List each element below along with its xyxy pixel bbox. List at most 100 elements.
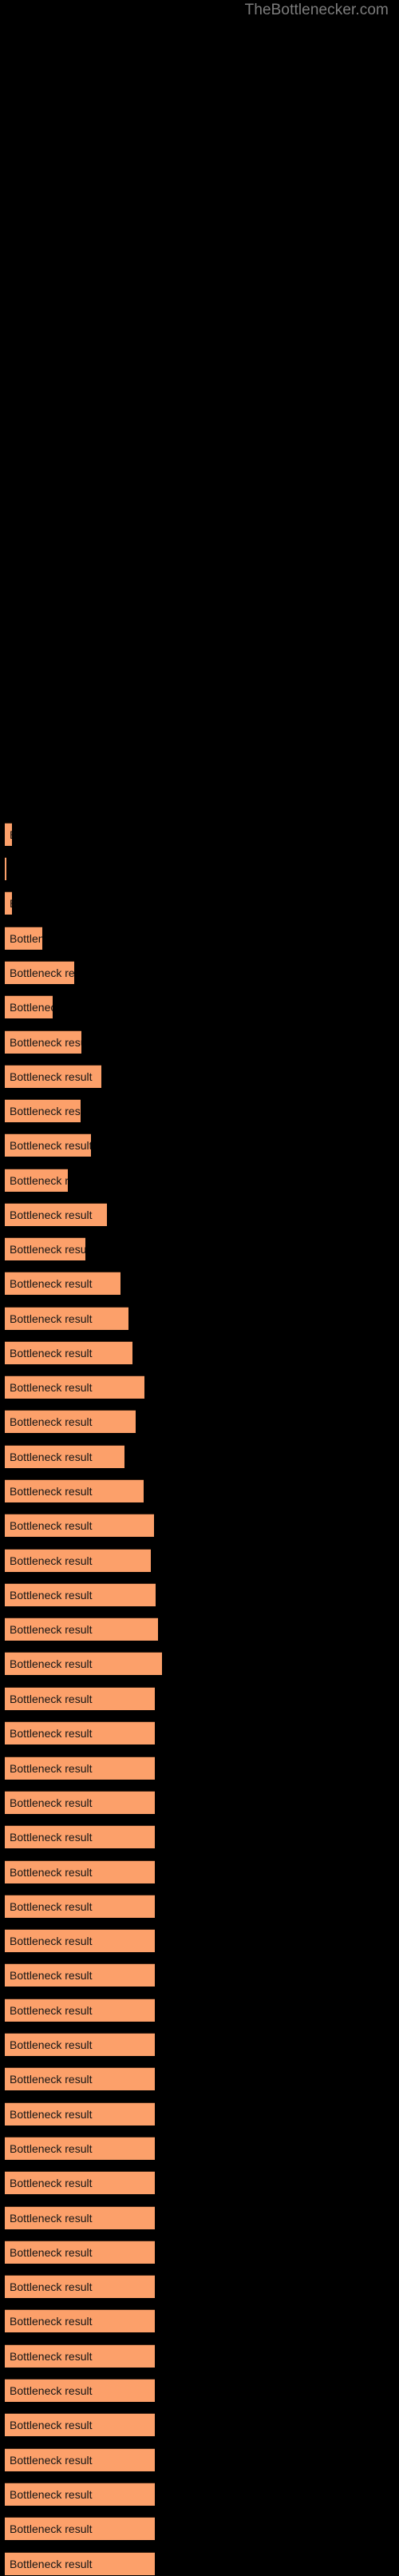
bar-label: Bottleneck result	[10, 1174, 68, 1187]
bar-row: Bottleneck result	[5, 2067, 155, 2091]
chart-bar[interactable]: Bottleneck result	[5, 1445, 124, 1468]
bar-label: Bottleneck result	[10, 1554, 93, 1567]
chart-bar[interactable]: Bottleneck result	[5, 2205, 155, 2229]
chart-bar[interactable]: Bottleneck result	[5, 1929, 155, 1953]
bar-label: Bottleneck result	[10, 2073, 93, 2086]
bar-row: Bottleneck result	[5, 2205, 155, 2230]
bar-row: Bottleneck result	[5, 2413, 155, 2437]
chart-bar[interactable]: Bottleneck result	[5, 1652, 162, 1675]
chart-bar[interactable]: Bottleneck result	[5, 1479, 144, 1502]
chart-bar[interactable]: Bottleneck result	[5, 2517, 155, 2541]
chart-bar[interactable]: Bottleneck result	[5, 1133, 91, 1157]
chart-bar[interactable]: Bottleneck result	[5, 1514, 154, 1537]
bar-label: Bottleneck result	[10, 2280, 93, 2294]
chart-bar[interactable]: Bottleneck result	[5, 2309, 155, 2333]
chart-bar[interactable]: Bottleneck result	[5, 1756, 155, 1780]
bar-row: Bottleneck result	[5, 1687, 155, 1711]
bar-label: Bottleneck result	[10, 1070, 93, 1083]
chart-bar[interactable]: Bottleneck result	[5, 2379, 155, 2402]
chart-bar[interactable]: Bottleneck result	[5, 1549, 151, 1572]
bar-label: Bottleneck result	[10, 2557, 93, 2570]
bar-label: Bottleneck result	[10, 2003, 93, 2017]
bar-row: Bottleneck result	[5, 2379, 155, 2403]
bar-row: Bottleneck result	[5, 1929, 155, 1953]
bar-label: Bottleneck result	[10, 2038, 93, 2051]
bar-row: Bottleneck result	[5, 2240, 155, 2264]
chart-bar[interactable]: Bottleneck result	[5, 2136, 155, 2160]
chart-bar[interactable]: Bottleneck result	[5, 1894, 155, 1918]
bar-row: Bottleneck result	[5, 2551, 155, 2576]
bar-label: Bottleneck result	[10, 897, 12, 910]
chart-bar[interactable]: Bottleneck result	[5, 1169, 68, 1192]
chart-bar[interactable]: Bottleneck result	[5, 995, 53, 1018]
chart-bar[interactable]: Bottleneck result	[5, 2171, 155, 2195]
bar-row: Bottleneck result	[5, 1652, 162, 1676]
chart-bar[interactable]: Bottleneck result	[5, 857, 6, 880]
chart-bar[interactable]: Bottleneck result	[5, 2447, 155, 2471]
bar-row: Bottleneck result	[5, 1375, 144, 1399]
chart-bar[interactable]: Bottleneck result	[5, 2482, 155, 2506]
bar-label: Bottleneck result	[10, 1139, 91, 1152]
chart-bar[interactable]: Bottleneck result	[5, 961, 74, 984]
chart-bar[interactable]: Bottleneck result	[5, 1065, 101, 1088]
chart-bar[interactable]: Bottleneck result	[5, 1687, 155, 1710]
bar-label: Bottleneck result	[10, 1589, 93, 1602]
chart-bar[interactable]: Bottleneck result	[5, 2240, 155, 2264]
bar-row: Bottleneck result	[5, 1445, 124, 1469]
bar-row: Bottleneck result	[5, 1617, 158, 1641]
bar-row: Bottleneck result	[5, 1963, 155, 1987]
bar-label: Bottleneck result	[10, 1935, 93, 1948]
chart-bar[interactable]: Bottleneck result	[5, 1410, 136, 1433]
bar-label: Bottleneck result	[10, 1727, 93, 1740]
chart-bar[interactable]: Bottleneck result	[5, 1272, 120, 1295]
bar-row: Bottleneck result	[5, 1169, 68, 1193]
chart-bar[interactable]: Bottleneck result	[5, 891, 12, 915]
chart-bar[interactable]: Bottleneck result	[5, 1307, 128, 1330]
chart-bar[interactable]: Bottleneck result	[5, 2551, 155, 2575]
chart-bar[interactable]: Bottleneck result	[5, 1963, 155, 1987]
chart-bar[interactable]: Bottleneck result	[5, 823, 12, 846]
bar-row: Bottleneck result	[5, 1065, 101, 1089]
chart-bar[interactable]: Bottleneck result	[5, 1030, 81, 1054]
chart-bar[interactable]: Bottleneck result	[5, 1375, 144, 1399]
bar-row: Bottleneck result	[5, 1549, 151, 1573]
bar-label: Bottleneck result	[10, 2453, 93, 2467]
bar-row: Bottleneck result	[5, 2171, 155, 2195]
chart-bar[interactable]: Bottleneck result	[5, 1583, 156, 1606]
chart-bar[interactable]: Bottleneck result	[5, 1341, 132, 1364]
chart-bar[interactable]: Bottleneck result	[5, 2344, 155, 2368]
bar-label: Bottleneck result	[10, 932, 42, 945]
chart-bar[interactable]: Bottleneck result	[5, 1998, 155, 2022]
chart-bar[interactable]: Bottleneck result	[5, 1860, 155, 1883]
bar-row: Bottleneck result	[5, 2033, 155, 2057]
bar-row: Bottleneck result	[5, 1237, 85, 1261]
bar-label: Bottleneck result	[10, 1415, 93, 1428]
bar-row: Bottleneck result	[5, 823, 12, 847]
chart-bar[interactable]: Bottleneck result	[5, 1203, 107, 1226]
bar-row: Bottleneck result	[5, 857, 6, 881]
chart-bar[interactable]: Bottleneck result	[5, 1237, 85, 1260]
bar-row: Bottleneck result	[5, 1825, 155, 1849]
chart-bar[interactable]: Bottleneck result	[5, 1825, 155, 1849]
bar-label: Bottleneck result	[10, 1001, 53, 1014]
bar-row: Bottleneck result	[5, 927, 42, 951]
chart-bar[interactable]: Bottleneck result	[5, 2033, 155, 2056]
chart-bar[interactable]: Bottleneck result	[5, 2413, 155, 2437]
bar-row: Bottleneck result	[5, 2482, 155, 2507]
chart-bar[interactable]: Bottleneck result	[5, 1790, 155, 1814]
chart-bar[interactable]: Bottleneck result	[5, 1617, 158, 1641]
chart-bar[interactable]: Bottleneck result	[5, 2067, 155, 2091]
bar-label: Bottleneck result	[10, 1381, 93, 1394]
chart-bar[interactable]: Bottleneck result	[5, 2102, 155, 2125]
chart-bar[interactable]: Bottleneck result	[5, 2275, 155, 2299]
chart-bar[interactable]: Bottleneck result	[5, 1099, 81, 1122]
chart-bar[interactable]: Bottleneck result	[5, 1721, 155, 1745]
bar-row: Bottleneck result	[5, 891, 12, 915]
bar-label: Bottleneck result	[10, 1519, 93, 1532]
bar-row: Bottleneck result	[5, 1756, 155, 1780]
bar-row: Bottleneck result	[5, 1203, 107, 1227]
bar-row: Bottleneck result	[5, 1479, 144, 1503]
chart-bar[interactable]: Bottleneck result	[5, 927, 42, 950]
bar-label: Bottleneck result	[10, 2141, 93, 2155]
bar-row: Bottleneck result	[5, 1030, 81, 1054]
